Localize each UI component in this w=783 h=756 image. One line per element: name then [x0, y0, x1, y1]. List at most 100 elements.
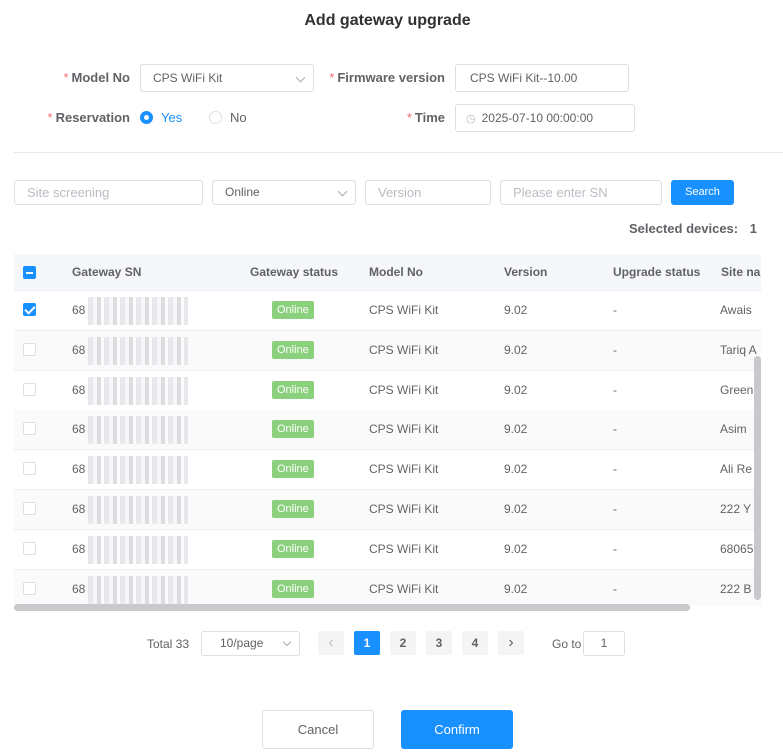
row-checkbox[interactable]	[23, 342, 36, 356]
page-size-select[interactable]: 10/page	[201, 631, 300, 656]
model-no-label: * Model No	[40, 70, 130, 85]
table-row[interactable]: 68 Online CPS WiFi Kit 9.02 - Tariq A	[14, 330, 761, 371]
version: 9.02	[504, 462, 528, 477]
chevron-down-icon	[295, 72, 306, 83]
version: 9.02	[504, 303, 528, 317]
gateway-sn: 68	[72, 541, 86, 556]
site-name: Asim	[720, 422, 747, 437]
table-row[interactable]: 68 Online CPS WiFi Kit 9.02 - Asim	[14, 410, 761, 451]
col-upgrade-status: Upgrade status	[613, 265, 701, 279]
gateway-sn: 68	[72, 581, 86, 596]
status-badge: Online	[272, 500, 314, 518]
row-checkbox[interactable]	[23, 581, 36, 595]
model-no: CPS WiFi Kit	[369, 462, 439, 477]
redacted-sn	[88, 456, 188, 485]
devices-table: Gateway SN Gateway status Model No Versi…	[14, 254, 761, 606]
redacted-sn	[88, 416, 188, 445]
version-input[interactable]: Version	[365, 180, 491, 205]
model-no-select[interactable]: CPS WiFi Kit	[140, 64, 314, 92]
version-placeholder: Version	[378, 185, 422, 200]
table-row[interactable]: 68 Online CPS WiFi Kit 9.02 - Ali Re	[14, 450, 761, 491]
site-name: Awais	[720, 303, 752, 317]
required-mark: *	[63, 70, 69, 85]
goto-input[interactable]: 1	[583, 631, 625, 656]
reservation-yes-label: Yes	[161, 110, 183, 125]
col-model-no: Model No	[369, 265, 423, 279]
dialog-title: Add gateway upgrade	[304, 12, 471, 29]
version: 9.02	[504, 502, 528, 516]
table-row[interactable]: 68 Online CPS WiFi Kit 9.02 - 222 Y	[14, 490, 761, 530]
form-divider	[14, 152, 783, 153]
cancel-button[interactable]: Cancel	[262, 710, 374, 749]
upgrade-status: -	[613, 581, 617, 596]
model-no-value: CPS WiFi Kit	[153, 71, 223, 85]
upgrade-status: -	[613, 303, 617, 317]
reservation-yes-radio[interactable]: Yes	[140, 110, 182, 125]
site-screening-input[interactable]: Site screening	[14, 180, 203, 205]
table-header: Gateway SN Gateway status Model No Versi…	[14, 254, 761, 291]
gateway-sn: 68	[72, 342, 86, 357]
model-no-label-text: Model No	[71, 70, 131, 85]
model-no: CPS WiFi Kit	[369, 342, 439, 357]
select-all-checkbox[interactable]	[23, 266, 36, 279]
chevron-down-icon	[337, 186, 348, 197]
horizontal-scrollbar[interactable]	[14, 604, 690, 611]
row-checkbox[interactable]	[23, 502, 36, 515]
firmware-label-text: Firmware version	[337, 70, 445, 85]
redacted-sn	[88, 535, 188, 564]
required-mark: *	[329, 70, 335, 85]
firmware-input[interactable]: CPS WiFi Kit--10.00	[455, 64, 629, 92]
row-checkbox[interactable]	[23, 541, 36, 555]
status-badge: Online	[272, 460, 314, 479]
page-3-button[interactable]: 3	[426, 631, 452, 655]
status-badge: Online	[272, 340, 314, 359]
goto-value: 1	[600, 636, 608, 650]
prev-page-button[interactable]: ‹	[318, 631, 344, 655]
row-checkbox[interactable]	[23, 303, 36, 316]
redacted-sn	[88, 376, 188, 405]
status-badge: Online	[272, 539, 314, 558]
firmware-value: CPS WiFi Kit--10.00	[470, 71, 578, 85]
status-badge: Online	[272, 380, 314, 399]
model-no: CPS WiFi Kit	[369, 502, 439, 516]
table-row[interactable]: 68 Online CPS WiFi Kit 9.02 - 68065	[14, 530, 761, 570]
version: 9.02	[504, 541, 528, 556]
row-checkbox[interactable]	[23, 382, 36, 396]
row-checkbox[interactable]	[23, 422, 36, 436]
confirm-button[interactable]: Confirm	[401, 710, 513, 749]
gateway-sn: 68	[72, 502, 86, 516]
reservation-no-label: No	[230, 110, 247, 125]
site-name: Green	[720, 382, 754, 397]
row-checkbox[interactable]	[23, 462, 36, 476]
site-screening-placeholder: Site screening	[27, 185, 110, 200]
sn-input[interactable]: Please enter SN	[500, 180, 662, 205]
upgrade-status: -	[613, 422, 617, 437]
gateway-sn: 68	[72, 303, 86, 317]
firmware-label: * Firmware version	[320, 70, 445, 85]
vertical-scrollbar[interactable]	[754, 356, 761, 600]
table-row[interactable]: 68 Online CPS WiFi Kit 9.02 - Awais	[14, 291, 761, 331]
page-4-button[interactable]: 4	[462, 631, 488, 655]
model-no: CPS WiFi Kit	[369, 541, 439, 556]
reservation-no-radio[interactable]: No	[209, 110, 247, 125]
upgrade-status: -	[613, 541, 617, 556]
status-select[interactable]: Online	[212, 180, 356, 205]
search-button[interactable]: Search	[671, 180, 734, 205]
page-2-button[interactable]: 2	[390, 631, 416, 655]
page-size-value: 10/page	[220, 636, 264, 650]
table-row[interactable]: 68 Online CPS WiFi Kit 9.02 - 222 B	[14, 569, 761, 606]
next-page-button[interactable]: ›	[498, 631, 524, 655]
status-badge: Online	[272, 420, 314, 439]
reservation-label-text: Reservation	[55, 110, 130, 125]
time-picker[interactable]: ◷ 2025-07-10 00:00:00	[455, 104, 635, 132]
version: 9.02	[504, 422, 528, 437]
col-version: Version	[504, 265, 548, 279]
table-row[interactable]: 68 Online CPS WiFi Kit 9.02 - Green	[14, 371, 761, 411]
page-1-button[interactable]: 1	[354, 631, 380, 655]
col-gateway-sn: Gateway SN	[72, 265, 142, 279]
site-name: Tariq A	[720, 342, 757, 357]
col-site-name: Site nar	[721, 265, 761, 279]
status-badge: Online	[272, 301, 314, 319]
redacted-sn	[88, 496, 188, 524]
upgrade-status: -	[613, 502, 617, 516]
